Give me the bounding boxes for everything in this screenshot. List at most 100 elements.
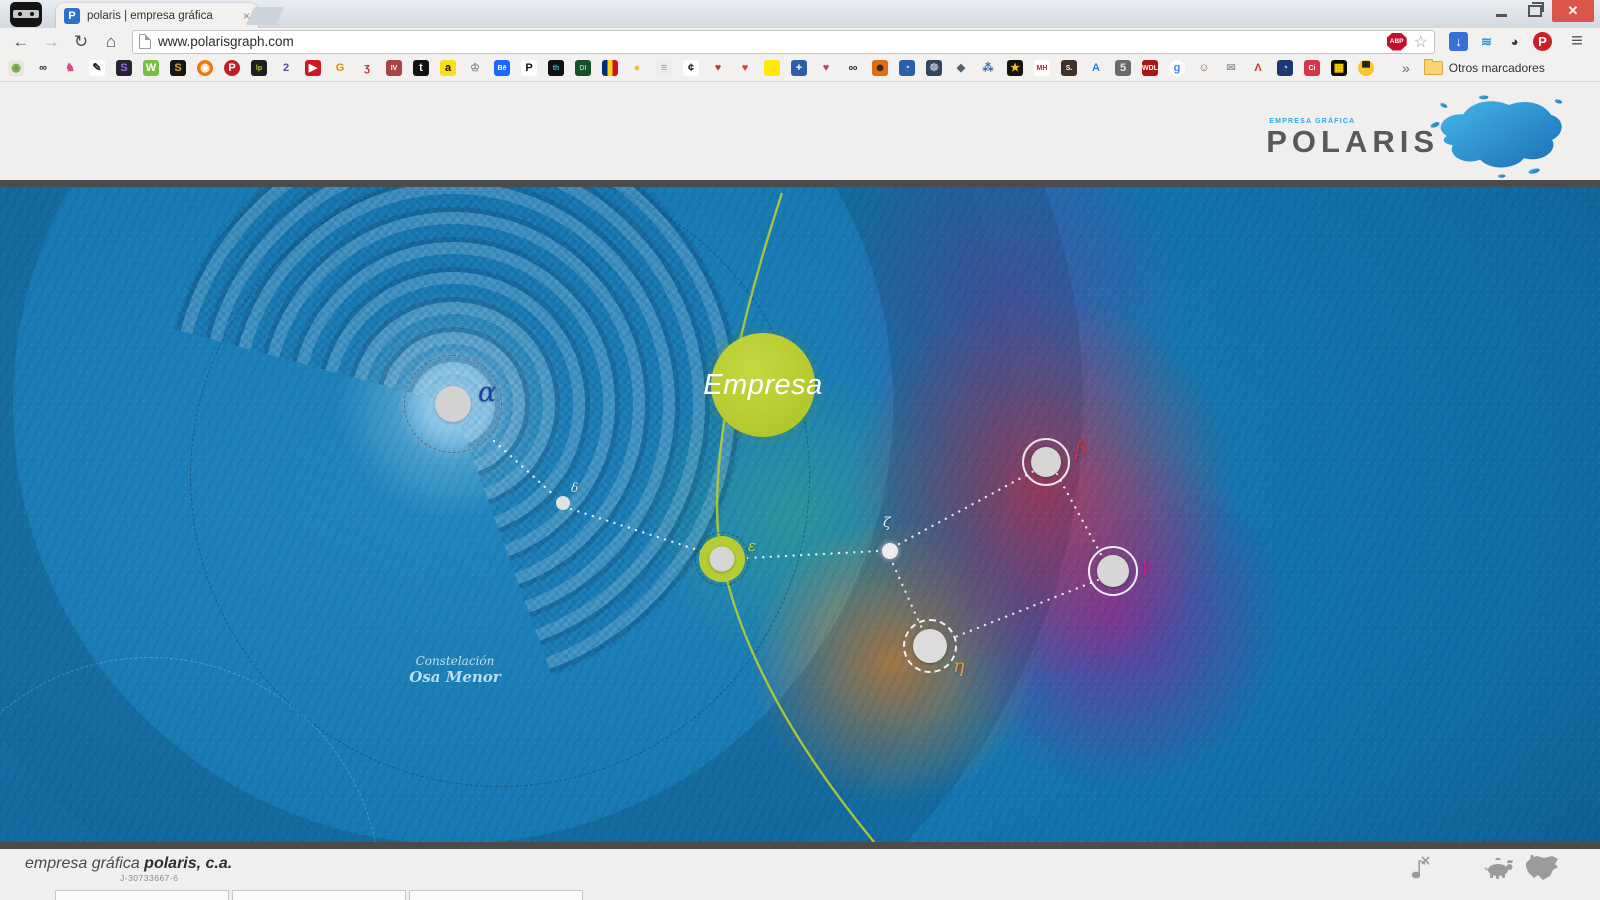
- a-yellow-bookmark-icon[interactable]: a: [440, 60, 456, 76]
- star-label-alpha: α: [478, 377, 497, 408]
- paw-snow-bookmark-icon[interactable]: ⁂: [980, 60, 996, 76]
- cent-bubble-bookmark-icon[interactable]: ¢: [683, 60, 699, 76]
- address-bar[interactable]: www.polarisgraph.com ABP ☆: [132, 29, 1435, 54]
- mailchimp-bookmark-icon[interactable]: ☺: [1196, 60, 1212, 76]
- textpage-bookmark-icon[interactable]: ≡: [656, 60, 672, 76]
- heart-red-bookmark-icon[interactable]: ♥: [710, 60, 726, 76]
- sooty-bookmark-icon[interactable]: ☻: [872, 60, 888, 76]
- screenshot-bookmark-icon[interactable]: ◉: [8, 60, 24, 76]
- star-delta[interactable]: [556, 496, 570, 510]
- pixel-grid-bookmark-icon[interactable]: ▦: [1331, 60, 1347, 76]
- iv-bookmark-icon[interactable]: IV: [386, 60, 402, 76]
- folder-icon: [1423, 59, 1443, 75]
- footer-rif: J-30733667-6: [120, 873, 179, 883]
- cutoff-panel: [232, 890, 406, 900]
- bookmarks-bar: ◉ ∞ ♞ ✎ S W S ◉ Plp 2 ▶ Gʒ IV t a ♔ Bē Pth DI ● ≡ ¢ ♥ ♥ + ♥ oo ☻ ◔ ☸ ◆…: [0, 55, 1600, 82]
- cutoff-panel: [55, 890, 229, 900]
- paint-splash-icon: [1430, 95, 1563, 178]
- mail-bookmark-icon[interactable]: ✉: [1223, 60, 1239, 76]
- s-gold-bookmark-icon[interactable]: S: [170, 60, 186, 76]
- lp-bookmark-icon[interactable]: lp: [251, 60, 267, 76]
- empresa-node[interactable]: Empresa: [703, 333, 822, 437]
- infinity-bookmark-icon[interactable]: ∞: [35, 60, 51, 76]
- music-off-icon[interactable]: [1400, 852, 1440, 884]
- restore-button[interactable]: [1518, 0, 1552, 22]
- star-beta[interactable]: [1022, 438, 1070, 486]
- deer-bookmark-icon[interactable]: ♞: [62, 60, 78, 76]
- star-core: [709, 546, 735, 572]
- th-teal-bookmark-icon[interactable]: th: [548, 60, 564, 76]
- shield-bookmark-icon[interactable]: ◆: [953, 60, 969, 76]
- browser-tab[interactable]: P polaris | empresa gráfica ×: [56, 3, 258, 28]
- google-bookmark-icon[interactable]: g: [1169, 60, 1185, 76]
- five-gray-bookmark-icon[interactable]: 5: [1115, 60, 1131, 76]
- grooveshark-bookmark-icon[interactable]: ◉: [197, 60, 213, 76]
- reload-button[interactable]: ↻: [68, 30, 94, 54]
- cutoff-panel: [409, 890, 583, 900]
- star-eta[interactable]: [903, 619, 957, 673]
- star-core: [1097, 555, 1129, 587]
- star-frame-bookmark-icon[interactable]: ★: [1007, 60, 1023, 76]
- yellow-square-bookmark-icon[interactable]: [764, 60, 780, 76]
- chrome-menu-icon[interactable]: ≡: [1562, 30, 1592, 53]
- star-zeta[interactable]: [882, 543, 898, 559]
- p-mono-bookmark-icon[interactable]: P: [521, 60, 537, 76]
- cool-face-bookmark-icon[interactable]: ▀: [1358, 60, 1374, 76]
- venezuela-map-icon[interactable]: [1522, 852, 1562, 884]
- new-tab-button[interactable]: [245, 7, 285, 25]
- other-bookmarks-button[interactable]: Otros marcadores: [1423, 59, 1545, 75]
- ci-bookmark-icon[interactable]: Ci: [1304, 60, 1320, 76]
- turtle-icon[interactable]: [1480, 852, 1520, 884]
- s-purple-bookmark-icon[interactable]: S: [116, 60, 132, 76]
- duck-bookmark-icon[interactable]: 2: [278, 60, 294, 76]
- waves-extension-icon[interactable]: ≋: [1477, 32, 1496, 51]
- tab-title: polaris | empresa gráfica: [87, 9, 213, 22]
- clover-blue-bookmark-icon[interactable]: +: [791, 60, 807, 76]
- youtube-bookmark-icon[interactable]: ▶: [305, 60, 321, 76]
- googly-eyes-bookmark-icon[interactable]: oo: [845, 60, 861, 76]
- download-extension-icon[interactable]: ↓: [1449, 32, 1468, 51]
- wdl-bookmark-icon[interactable]: WDL: [1142, 60, 1158, 76]
- di-green-bookmark-icon[interactable]: DI: [575, 60, 591, 76]
- crown-bookmark-icon[interactable]: ♔: [467, 60, 483, 76]
- dial-badge-bookmark-icon[interactable]: ◔: [1277, 60, 1293, 76]
- wattpad-bookmark-icon[interactable]: W: [143, 60, 159, 76]
- pen-bookmark-icon[interactable]: ✎: [89, 60, 105, 76]
- home-button[interactable]: ⌂: [98, 30, 124, 54]
- close-window-button[interactable]: ✕: [1552, 0, 1594, 22]
- clock-extension-icon[interactable]: ◕: [1505, 32, 1524, 51]
- star-epsilon[interactable]: [695, 532, 749, 586]
- pinterest-bookmark-icon[interactable]: P: [224, 60, 240, 76]
- bookmarks-strip: ◉ ∞ ♞ ✎ S W S ◉ Plp 2 ▶ Gʒ IV t a ♔ Bē Pth DI ● ≡ ¢ ♥ ♥ + ♥ oo ☻ ◔ ☸ ◆…: [8, 60, 1384, 76]
- minimize-button[interactable]: [1484, 0, 1518, 22]
- adblock-abp-icon[interactable]: ABP: [1386, 32, 1407, 51]
- pinterest-extension-icon[interactable]: P: [1533, 32, 1552, 51]
- tab-favicon: P: [64, 7, 80, 24]
- forward-button[interactable]: →: [38, 30, 64, 54]
- lightbulb-bookmark-icon[interactable]: ●: [629, 60, 645, 76]
- mh-bookmark-icon[interactable]: MH: [1034, 60, 1050, 76]
- swirl-bookmark-icon[interactable]: ʒ: [359, 60, 375, 76]
- speedometer-bookmark-icon[interactable]: ◔: [899, 60, 915, 76]
- site-footer: empresa gráfica polaris, c.a. J-30733667…: [0, 849, 1600, 900]
- bookmark-star-icon[interactable]: ☆: [1414, 32, 1428, 52]
- heart-striped-bookmark-icon[interactable]: ♥: [737, 60, 753, 76]
- romania-flag-bookmark-icon[interactable]: [602, 60, 618, 76]
- header-separator: [0, 180, 1600, 187]
- heart-maroon-bookmark-icon[interactable]: ♥: [818, 60, 834, 76]
- s-dot-bookmark-icon[interactable]: S.: [1061, 60, 1077, 76]
- gear-bookmark-icon[interactable]: ☸: [926, 60, 942, 76]
- lambda-bookmark-icon[interactable]: Λ: [1250, 60, 1266, 76]
- logo-name: POLARIS: [1266, 123, 1439, 159]
- twitter-dark-bookmark-icon[interactable]: t: [413, 60, 429, 76]
- g-crest-bookmark-icon[interactable]: G: [332, 60, 348, 76]
- back-button[interactable]: ←: [8, 30, 34, 54]
- polaris-logo[interactable]: EMPRESA GRÁFICA POLARIS: [1266, 94, 1570, 180]
- star-label-beta: β: [1075, 437, 1088, 461]
- bookmarks-overflow-chevron[interactable]: »: [1402, 60, 1410, 76]
- profile-avatar-ninja[interactable]: [10, 2, 42, 27]
- translate-bookmark-icon[interactable]: A: [1088, 60, 1104, 76]
- behance-bookmark-icon[interactable]: Bē: [494, 60, 510, 76]
- star-gamma[interactable]: [1088, 546, 1138, 596]
- url-text[interactable]: www.polarisgraph.com: [158, 34, 1380, 49]
